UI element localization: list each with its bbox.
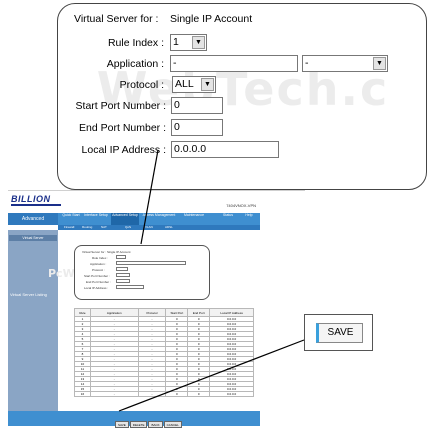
mini-start-port-box (116, 273, 130, 277)
col-header-end-port: End Port (187, 308, 211, 317)
table-cell: 16 (74, 391, 91, 397)
application-label: Application : (106, 58, 164, 70)
model-name: 7404VNOX-VPN (226, 203, 256, 208)
rule-index-value: 1 (173, 36, 179, 48)
back-button[interactable]: BACK (148, 421, 163, 428)
mini-protocol-box (116, 267, 128, 271)
protocol-label: Protocol : (119, 79, 164, 91)
mini-local-ip-box (116, 285, 144, 289)
sidebar-heading: Virtual Server (9, 235, 57, 241)
button-bar: SAVE DELETE BACK CANCEL (115, 413, 183, 429)
subnav-vlan[interactable]: VLAN (145, 225, 153, 230)
nav-maintenance[interactable]: Maintenance (180, 213, 208, 225)
start-port-label: Start Port Number : (75, 100, 166, 112)
mini-form-row: Rule Index : (92, 256, 109, 260)
rule-index-label: Rule Index : (107, 37, 164, 49)
col-header-protocol: Protocol (137, 308, 167, 317)
virtual-server-label: Virtual Server for : (74, 13, 159, 25)
table-body: 1- -0 0 0.0.0.0 2- -0 0 0.0.0.0 3- -0 0 0.0.0.0 4- -0… (74, 316, 254, 397)
protocol-value: ALL (175, 78, 194, 90)
table-cell: 0.0.0.0 (209, 391, 254, 397)
nav-access-management[interactable]: Access Management (142, 213, 176, 225)
subnav-adsl[interactable]: ADSL (165, 225, 173, 230)
nav-advanced-setup[interactable]: Advanced Setup (111, 213, 139, 225)
application-select[interactable]: - ▼ (302, 55, 388, 72)
subnav-qos[interactable]: QoS (125, 225, 131, 230)
application-input[interactable]: - (170, 55, 298, 72)
router-page-thumbnail: BILLION 7404VNOX-VPN Advanced Quick Star… (8, 190, 260, 428)
subnav-firewall[interactable]: Firewall (64, 225, 74, 230)
col-header-start-port: Start Port (165, 308, 189, 317)
cancel-button[interactable]: CANCEL (163, 421, 182, 428)
delete-button[interactable]: DELETE (129, 421, 148, 428)
nav-help[interactable]: Help (242, 213, 256, 225)
local-ip-input[interactable]: 0.0.0.0 (171, 141, 279, 158)
end-port-label: End Port Number : (79, 122, 166, 134)
col-header-application: Application (89, 308, 139, 317)
virtual-server-value: Single IP Account (170, 13, 253, 25)
nav-quick-start[interactable]: Quick Start (61, 213, 81, 225)
table-cell: 0 (165, 391, 189, 397)
chevron-down-icon: ▼ (373, 57, 386, 70)
mini-form-row: Application : (90, 262, 107, 266)
mini-end-port-box (116, 279, 130, 283)
protocol-select[interactable]: ALL ▼ (172, 76, 216, 93)
subnav-nat[interactable]: NAT (101, 225, 107, 230)
rule-index-select[interactable]: 1 ▼ (170, 34, 207, 51)
virtual-server-table: Rule Application Protocol Start Port End… (74, 308, 254, 397)
application-select-value: - (305, 57, 309, 69)
save-button[interactable]: SAVE (316, 323, 363, 343)
table-cell: - (137, 391, 167, 397)
sidebar-listing-label: Virtual Server Listing (10, 292, 47, 297)
local-ip-label: Local IP Address : (81, 144, 166, 156)
sidebar (8, 230, 58, 411)
table-row: 16- -0 0 0.0.0.0 (74, 391, 254, 397)
col-header-local-ip: Local IP Address (209, 308, 254, 317)
save-button-small[interactable]: SAVE (115, 421, 129, 428)
mini-form-row: Protocol : (92, 268, 105, 272)
mini-form-row: Local IP Address : (84, 286, 109, 290)
subnav-routing[interactable]: Routing (82, 225, 92, 230)
chevron-down-icon: ▼ (192, 36, 205, 49)
mini-form-row: Start Port Number : (84, 274, 110, 278)
mini-form-row: Virtual Server for : Single IP Account (82, 250, 131, 254)
nav-interface-setup[interactable]: Interface Setup (84, 213, 108, 225)
save-button-callout: SAVE (304, 314, 373, 351)
col-header-rule: Rule (74, 308, 91, 317)
mini-rule-index-box (116, 255, 126, 259)
table-cell: - (89, 391, 139, 397)
nav-status[interactable]: Status (221, 213, 235, 225)
chevron-down-icon: ▼ (201, 78, 214, 91)
mini-form-row: End Port Number : (86, 280, 111, 284)
billion-logo: BILLION (11, 195, 61, 206)
table-cell: 0 (187, 391, 211, 397)
mini-application-box (116, 261, 186, 265)
nav-advanced: Advanced (8, 213, 58, 225)
end-port-input[interactable]: 0 (171, 119, 223, 136)
start-port-input[interactable]: 0 (171, 97, 223, 114)
virtual-server-form-callout: WebTech.c Virtual Server for : Single IP… (57, 3, 427, 190)
